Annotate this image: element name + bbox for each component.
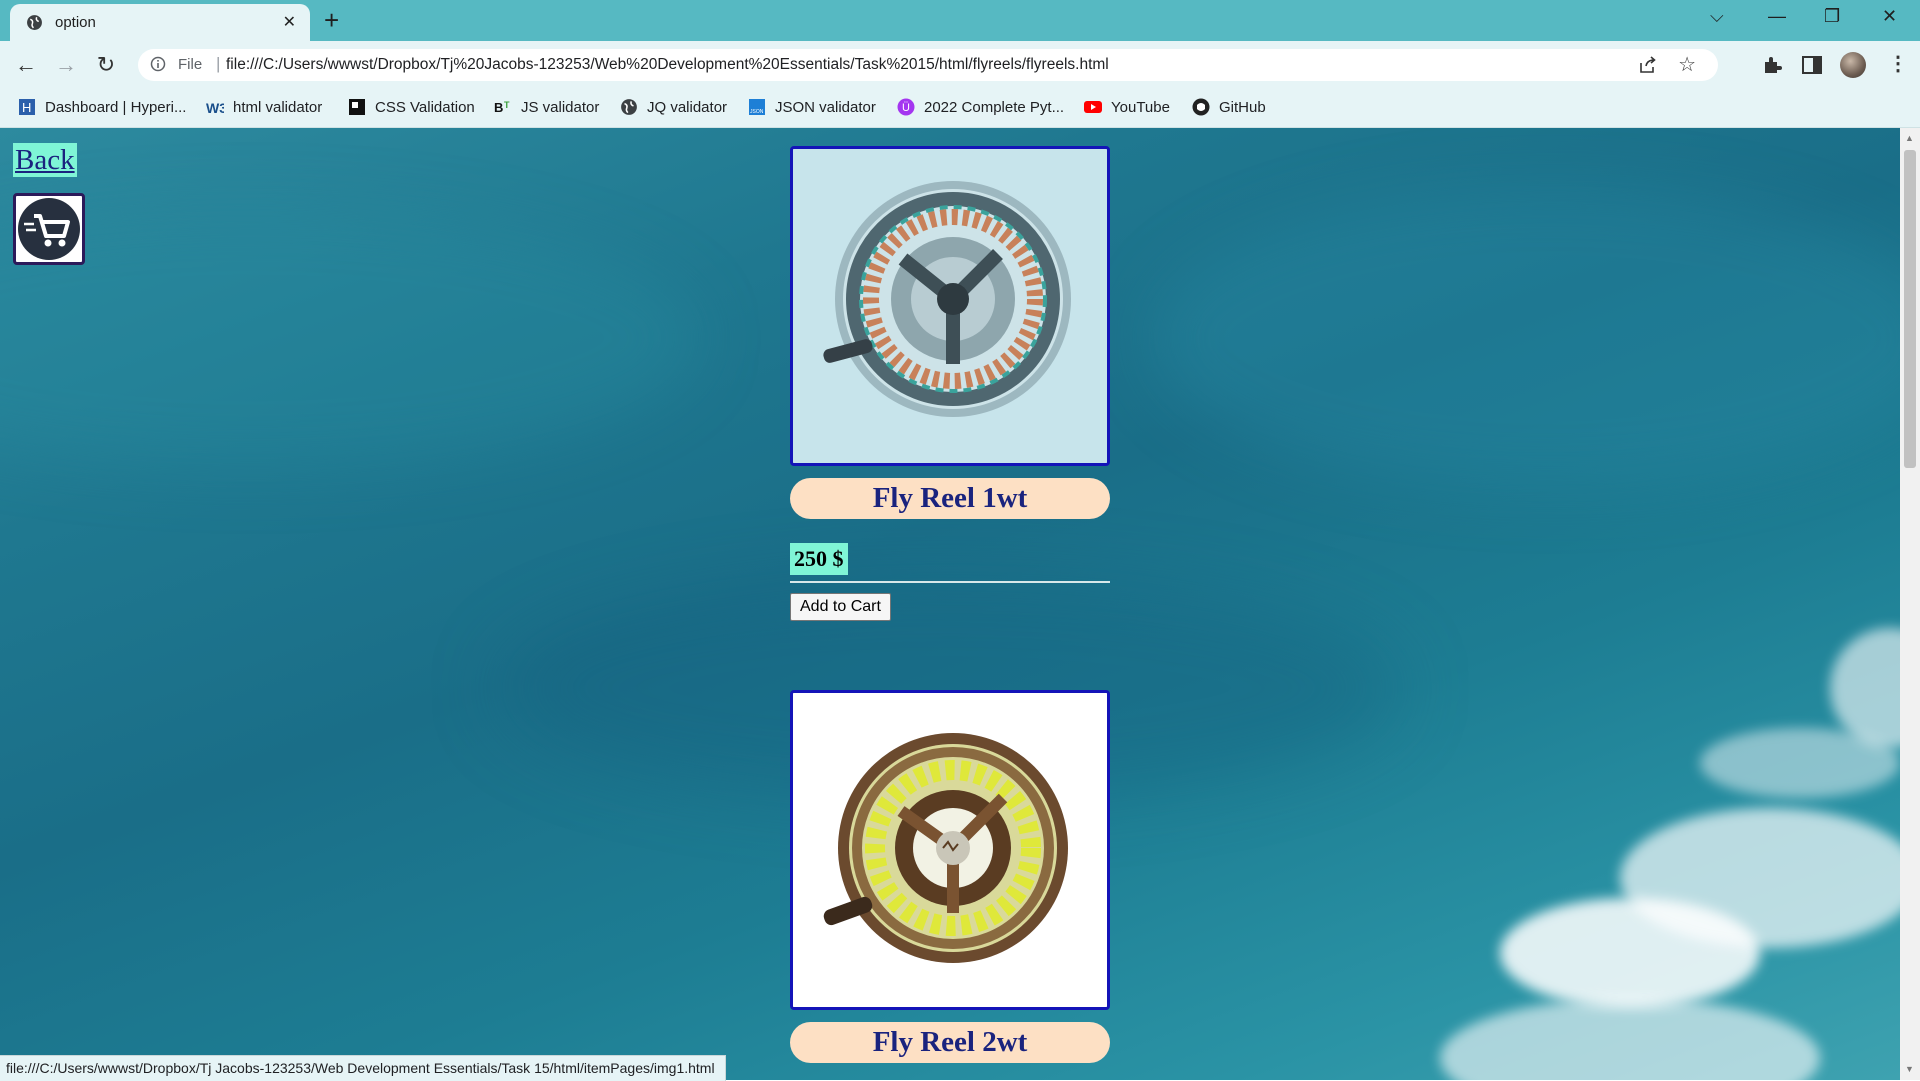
tab-close-icon[interactable]: ✕ xyxy=(283,12,296,32)
product-title: Fly Reel 2wt xyxy=(790,1022,1110,1063)
back-arrow-icon[interactable]: ← xyxy=(12,51,40,79)
fly-reel-blue-image xyxy=(793,149,1107,463)
bookmark-label: YouTube xyxy=(1111,99,1170,116)
bookmarks-bar: H Dashboard | Hyperi... W3 html validator … xyxy=(0,89,1920,128)
page-scrollbar[interactable]: ▲ ▼ xyxy=(1900,128,1920,1080)
json-icon: JSON xyxy=(749,99,765,115)
bookmark-label: Dashboard | Hyperi... xyxy=(45,99,187,116)
bookmark-label: JS validator xyxy=(521,99,600,116)
bookmark-item[interactable]: JSON JSON validator xyxy=(748,98,876,118)
bookmark-item[interactable]: W3 html validator xyxy=(206,98,322,118)
tab-search-chevron-icon[interactable]: ⌵ xyxy=(1710,6,1724,27)
browser-toolbar: ← → ↻ File | file:///C:/Users/wwwst/Drop… xyxy=(0,41,1920,89)
w3c-icon: W3 xyxy=(206,100,224,116)
scroll-down-arrow-icon[interactable]: ▼ xyxy=(1905,1064,1914,1074)
svg-text:H: H xyxy=(22,100,31,115)
scroll-up-arrow-icon[interactable]: ▲ xyxy=(1905,133,1914,143)
youtube-icon xyxy=(1084,101,1102,113)
info-icon[interactable] xyxy=(150,56,166,72)
product-card: Fly Reel 2wt xyxy=(790,690,1110,1063)
sea-foam xyxy=(1700,728,1900,798)
reload-icon[interactable]: ↻ xyxy=(92,51,120,79)
tab-strip: option ✕ + ⌵ — ❐ ✕ xyxy=(0,0,1920,41)
extensions-icon[interactable] xyxy=(1760,53,1784,77)
new-tab-button[interactable]: + xyxy=(324,6,339,34)
bookmark-item[interactable]: GitHub xyxy=(1192,98,1266,118)
link-status-bar: file:///C:/Users/wwwst/Dropbox/Tj Jacobs… xyxy=(0,1055,726,1081)
bookmark-label: GitHub xyxy=(1219,99,1266,116)
close-window-button[interactable]: ✕ xyxy=(1882,6,1897,27)
bookmark-label: JQ validator xyxy=(647,99,728,116)
udemy-icon: Ü xyxy=(897,98,915,116)
bookmark-item[interactable]: B T JS validator xyxy=(494,98,599,118)
product-title: Fly Reel 1wt xyxy=(790,478,1110,519)
svg-text:B: B xyxy=(494,100,503,115)
svg-text:W3: W3 xyxy=(206,100,224,116)
divider xyxy=(790,581,1110,583)
add-to-cart-button[interactable]: Add to Cart xyxy=(790,593,891,621)
url-separator: | xyxy=(216,54,221,73)
address-bar[interactable]: File | file:///C:/Users/wwwst/Dropbox/Tj… xyxy=(138,49,1718,81)
forward-arrow-icon[interactable]: → xyxy=(52,51,80,79)
svg-text:JSON: JSON xyxy=(750,109,764,115)
product-image[interactable] xyxy=(790,690,1110,1010)
tab-title: option xyxy=(55,14,96,31)
sea-foam xyxy=(1620,808,1900,948)
css-validation-icon xyxy=(349,99,365,115)
shopping-cart-icon xyxy=(18,198,80,260)
share-icon[interactable] xyxy=(1638,55,1658,75)
sea-foam xyxy=(1440,998,1820,1080)
tab-active[interactable]: option ✕ xyxy=(10,4,310,41)
back-link[interactable]: Back xyxy=(13,143,77,177)
url-scheme-label: File xyxy=(178,56,203,73)
bookmark-label: JSON validator xyxy=(775,99,876,116)
product-card: Fly Reel 1wt 250 $ Add to Cart xyxy=(790,146,1110,621)
cart-button[interactable] xyxy=(13,193,85,265)
bookmark-item[interactable]: YouTube xyxy=(1084,98,1170,118)
url-text[interactable]: file:///C:/Users/wwwst/Dropbox/Tj%20Jaco… xyxy=(226,56,1109,74)
bookmark-item[interactable]: Ü 2022 Complete Pyt... xyxy=(897,98,1064,118)
svg-text:T: T xyxy=(504,100,510,110)
product-image[interactable] xyxy=(790,146,1110,466)
svg-text:Ü: Ü xyxy=(902,102,910,114)
bookmark-item[interactable]: JQ validator xyxy=(620,98,727,118)
github-icon xyxy=(1192,98,1210,116)
ocean-wave xyxy=(0,208,700,468)
restore-button[interactable]: ❐ xyxy=(1824,6,1840,27)
bookmark-item[interactable]: CSS Validation xyxy=(348,98,475,118)
bookmark-label: CSS Validation xyxy=(375,99,475,116)
fly-reel-bronze-image xyxy=(793,693,1107,1007)
ocean-wave xyxy=(1150,188,1900,488)
bt-icon: BT xyxy=(494,100,510,115)
kebab-menu-icon[interactable]: ⋮ xyxy=(1888,51,1908,76)
globe-icon xyxy=(621,99,637,115)
side-panel-icon[interactable] xyxy=(1800,53,1824,77)
globe-icon xyxy=(27,15,42,30)
bookmark-label: 2022 Complete Pyt... xyxy=(924,99,1065,116)
bookmark-label: html validator xyxy=(233,99,323,116)
profile-avatar[interactable] xyxy=(1840,52,1866,78)
bookmark-item[interactable]: H Dashboard | Hyperi... xyxy=(18,98,186,118)
product-price: 250 $ xyxy=(790,543,848,575)
scroll-thumb[interactable] xyxy=(1904,150,1916,468)
hyperion-icon: H xyxy=(19,99,35,115)
minimize-button[interactable]: — xyxy=(1768,6,1786,27)
bookmark-star-icon[interactable]: ☆ xyxy=(1678,52,1696,77)
